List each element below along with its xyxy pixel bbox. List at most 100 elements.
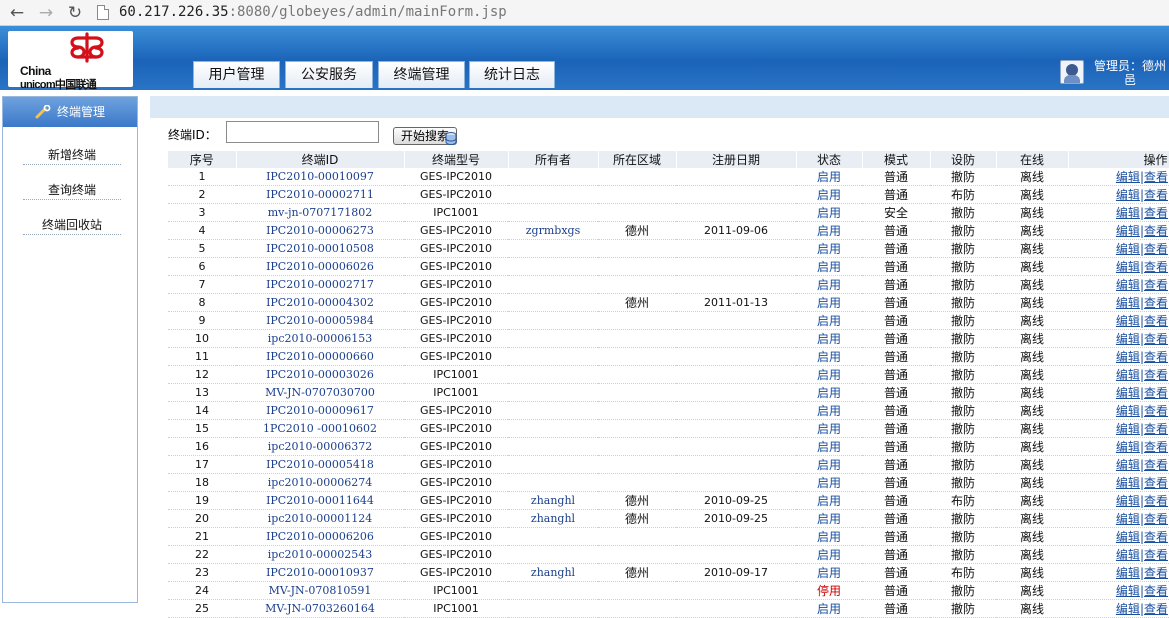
cell-owner [508, 203, 598, 222]
edit-link[interactable]: 编辑 [1116, 404, 1140, 418]
edit-link[interactable]: 编辑 [1116, 584, 1140, 598]
edit-link[interactable]: 编辑 [1116, 332, 1140, 346]
tab-user-management[interactable]: 用户管理 [193, 61, 280, 88]
cell-status[interactable]: 启用 [796, 329, 862, 348]
view-link[interactable]: 查看 [1144, 368, 1168, 382]
table-row: 4 IPC2010-00006273 GES-IPC2010 zgrmbxgs 德州 20… [168, 221, 1169, 240]
view-link[interactable]: 查看 [1144, 224, 1168, 238]
view-link[interactable]: 查看 [1144, 602, 1168, 616]
edit-link[interactable]: 编辑 [1116, 494, 1140, 508]
view-link[interactable]: 查看 [1144, 458, 1168, 472]
cell-status[interactable]: 启用 [796, 527, 862, 546]
cell-status[interactable]: 启用 [796, 545, 862, 564]
view-link[interactable]: 查看 [1144, 566, 1168, 580]
edit-link[interactable]: 编辑 [1116, 206, 1140, 220]
view-link[interactable]: 查看 [1144, 548, 1168, 562]
edit-link[interactable]: 编辑 [1116, 386, 1140, 400]
cell-status[interactable]: 启用 [796, 491, 862, 510]
view-link[interactable]: 查看 [1144, 242, 1168, 256]
edit-link[interactable]: 编辑 [1116, 476, 1140, 490]
cell-status[interactable]: 启用 [796, 311, 862, 330]
cell-status[interactable]: 启用 [796, 437, 862, 456]
edit-link[interactable]: 编辑 [1116, 188, 1140, 202]
cell-model: GES-IPC2010 [404, 419, 508, 438]
cell-status[interactable]: 启用 [796, 473, 862, 492]
reload-icon[interactable]: ↻ [64, 2, 86, 24]
cell-mode: 普通 [862, 257, 930, 276]
cell-no: 5 [168, 239, 236, 258]
edit-link[interactable]: 编辑 [1116, 224, 1140, 238]
cell-status[interactable]: 启用 [796, 239, 862, 258]
edit-link[interactable]: 编辑 [1116, 440, 1140, 454]
cell-status[interactable]: 启用 [796, 365, 862, 384]
sidebar-item-search-terminal[interactable]: 查询终端 [23, 180, 121, 200]
edit-link[interactable]: 编辑 [1116, 314, 1140, 328]
edit-link[interactable]: 编辑 [1116, 422, 1140, 436]
cell-status[interactable]: 启用 [796, 419, 862, 438]
edit-link[interactable]: 编辑 [1116, 602, 1140, 616]
cell-mode: 普通 [862, 275, 930, 294]
cell-status[interactable]: 启用 [796, 401, 862, 420]
tab-police-service[interactable]: 公安服务 [285, 61, 373, 88]
sidebar-item-add-terminal[interactable]: 新增终端 [23, 145, 121, 165]
cell-region [598, 383, 676, 402]
cell-status[interactable]: 启用 [796, 203, 862, 222]
view-link[interactable]: 查看 [1144, 494, 1168, 508]
view-link[interactable]: 查看 [1144, 332, 1168, 346]
edit-link[interactable]: 编辑 [1116, 278, 1140, 292]
cell-status[interactable]: 停用 [796, 581, 862, 600]
view-link[interactable]: 查看 [1144, 314, 1168, 328]
cell-status[interactable]: 启用 [796, 275, 862, 294]
tab-terminal-management[interactable]: 终端管理 [378, 61, 465, 88]
edit-link[interactable]: 编辑 [1116, 242, 1140, 256]
view-link[interactable]: 查看 [1144, 206, 1168, 220]
forward-icon[interactable]: → [35, 2, 57, 24]
view-link[interactable]: 查看 [1144, 530, 1168, 544]
view-link[interactable]: 查看 [1144, 512, 1168, 526]
cell-status[interactable]: 启用 [796, 383, 862, 402]
edit-link[interactable]: 编辑 [1116, 548, 1140, 562]
cell-actions: 编辑|查看 [1068, 275, 1169, 294]
view-link[interactable]: 查看 [1144, 170, 1168, 184]
back-icon[interactable]: ← [6, 2, 28, 24]
view-link[interactable]: 查看 [1144, 296, 1168, 310]
cell-status[interactable]: 启用 [796, 257, 862, 276]
view-link[interactable]: 查看 [1144, 404, 1168, 418]
edit-link[interactable]: 编辑 [1116, 530, 1140, 544]
cell-model: GES-IPC2010 [404, 437, 508, 456]
view-link[interactable]: 查看 [1144, 188, 1168, 202]
cell-status[interactable]: 启用 [796, 509, 862, 528]
edit-link[interactable]: 编辑 [1116, 512, 1140, 526]
cell-reg-date [676, 239, 796, 258]
edit-link[interactable]: 编辑 [1116, 260, 1140, 274]
edit-link[interactable]: 编辑 [1116, 458, 1140, 472]
terminal-id-search-input[interactable] [226, 121, 379, 143]
view-link[interactable]: 查看 [1144, 260, 1168, 274]
view-link[interactable]: 查看 [1144, 278, 1168, 292]
view-link[interactable]: 查看 [1144, 440, 1168, 454]
edit-link[interactable]: 编辑 [1116, 170, 1140, 184]
cell-status[interactable]: 启用 [796, 347, 862, 366]
table-row: 22 ipc2010-00002543 GES-IPC2010 启用 普通 撤防 离线 编辑|… [168, 545, 1169, 564]
cell-status[interactable]: 启用 [796, 563, 862, 582]
china-unicom-logo: China unicom中国联通 [8, 31, 133, 91]
edit-link[interactable]: 编辑 [1116, 566, 1140, 580]
view-link[interactable]: 查看 [1144, 386, 1168, 400]
cell-status[interactable]: 启用 [796, 599, 862, 618]
view-link[interactable]: 查看 [1144, 476, 1168, 490]
cell-status[interactable]: 启用 [796, 455, 862, 474]
cell-status[interactable]: 启用 [796, 185, 862, 204]
edit-link[interactable]: 编辑 [1116, 350, 1140, 364]
cell-status[interactable]: 启用 [796, 168, 862, 186]
address-bar[interactable]: 60.217.226.35:8080/globeyes/admin/mainFo… [119, 3, 507, 21]
sidebar-item-terminal-recycle-bin[interactable]: 终端回收站 [23, 215, 121, 235]
edit-link[interactable]: 编辑 [1116, 368, 1140, 382]
admin-label: 管理员：德州邑 [1093, 59, 1166, 87]
cell-status[interactable]: 启用 [796, 293, 862, 312]
view-link[interactable]: 查看 [1144, 584, 1168, 598]
cell-status[interactable]: 启用 [796, 221, 862, 240]
view-link[interactable]: 查看 [1144, 422, 1168, 436]
edit-link[interactable]: 编辑 [1116, 296, 1140, 310]
view-link[interactable]: 查看 [1144, 350, 1168, 364]
tab-statistics-log[interactable]: 统计日志 [469, 61, 555, 88]
